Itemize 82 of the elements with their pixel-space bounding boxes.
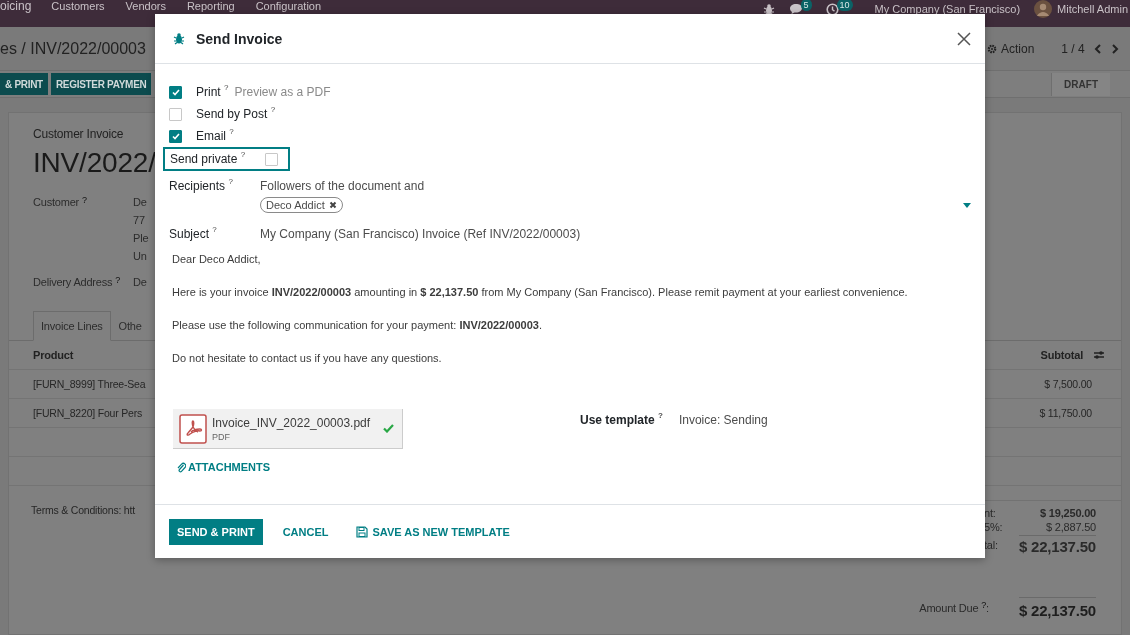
option-label: Print $^{?}$ [196, 85, 229, 99]
avatar-icon[interactable] [1034, 0, 1053, 18]
menu-item[interactable]: Configuration [255, 0, 322, 12]
send-print-button[interactable]: SEND & PRINT [169, 518, 263, 545]
file-name: Invoice_INV_2022_00003.pdf [212, 415, 371, 430]
checkbox[interactable] [169, 85, 182, 99]
paperclip-icon [177, 461, 186, 473]
total-value: $ 2,887.50 [1046, 521, 1096, 533]
tab[interactable]: Invoice Lines [33, 311, 111, 341]
action-button[interactable]: REGISTER PAYMEN [50, 73, 152, 95]
app-name[interactable]: oicing [0, 0, 32, 13]
table-cell: $ 11,750.00 [1039, 407, 1092, 419]
field-value: De [133, 195, 148, 210]
option-label: Send by Post $^{?}$ [196, 107, 276, 121]
attachments-link[interactable]: ATTACHMENTS [177, 461, 271, 473]
checkbox[interactable] [169, 129, 182, 143]
table-cell: $ 7,500.00 [1044, 378, 1092, 390]
sliders-icon[interactable] [1093, 350, 1105, 360]
table-cell: [FURN_8220] Four Pers [33, 407, 142, 419]
chat-icon[interactable] [788, 3, 803, 15]
amount-due-value: $ 22,137.50 [1018, 597, 1096, 619]
column-header: Subtotal [1040, 349, 1083, 361]
chevron-left-icon[interactable] [1093, 43, 1102, 54]
field-value: Followers of the document and [260, 179, 426, 193]
field-label: Delivery Address $^{?}$ [33, 274, 121, 290]
total-value: $ 22,137.50 [1018, 535, 1096, 555]
field-label: Subject $^{?}$ [169, 227, 218, 241]
field-label: Use template $^{?}$ [580, 413, 663, 429]
total-label: tal: [984, 539, 998, 551]
message-paragraph: Please use the following communication for your payment: INV/2022/00003. [172, 318, 543, 333]
amount-due-label: Amount Due $^{?}$: [919, 602, 989, 614]
column-header: Product [33, 349, 74, 361]
document-type: Customer Invoice [33, 127, 124, 141]
tab[interactable]: Othe [110, 311, 150, 341]
option-hint: Preview as a PDF [234, 85, 331, 99]
company-switcher[interactable]: My Company (San Francisco) [874, 3, 1021, 15]
user-name[interactable]: Mitchell Admin [1057, 3, 1128, 15]
attachment-card[interactable]: Invoice_INV_2022_00003.pdf PDF [173, 409, 403, 449]
terms-text: Terms & Conditions: htt [31, 504, 135, 516]
option-label: Email $^{?}$ [196, 129, 234, 143]
total-label: nt: [984, 507, 996, 519]
menu-item[interactable]: Reporting [186, 0, 235, 12]
total-label: 5%: [984, 521, 1003, 533]
option-label: Send private $^{?}$ [170, 152, 246, 166]
count-badge: 5 [800, 0, 812, 11]
field-value: Un [133, 249, 148, 264]
menu-item[interactable]: Customers [51, 0, 105, 12]
file-type: PDF [212, 431, 231, 442]
save-template-button[interactable]: SAVE AS NEW TEMPLATE [348, 518, 518, 545]
dialog-title: Send Invoice [196, 30, 283, 47]
field-value: De [133, 275, 147, 290]
bug-icon[interactable] [762, 2, 775, 16]
clock-icon[interactable] [825, 2, 839, 16]
check-icon [171, 132, 180, 140]
menu-item[interactable]: Vendors [125, 0, 166, 12]
field-value: Ple [133, 231, 149, 246]
pdf-file-icon [179, 413, 207, 444]
gear-icon [987, 43, 997, 54]
subject-field[interactable]: My Company (San Francisco) Invoice (Ref INV/2022/00003) [260, 227, 581, 241]
close-icon[interactable] [957, 31, 971, 46]
checkbox[interactable] [265, 152, 279, 166]
template-field[interactable]: Invoice: Sending [678, 413, 768, 449]
caret-icon[interactable] [963, 202, 971, 208]
checkbox[interactable] [169, 107, 182, 121]
cancel-button[interactable]: CANCEL [274, 518, 337, 545]
message-paragraph: Do not hesitate to contact us if you have any questions. [172, 351, 443, 366]
document-number: INV/2022/ [33, 147, 156, 179]
breadcrumb[interactable]: es / INV/2022/00003 [0, 39, 146, 58]
table-cell: [FURN_8999] Three-Sea [33, 378, 146, 390]
count-badge: 10 [836, 0, 853, 11]
action-button[interactable]: & PRINT [0, 73, 48, 95]
message-paragraph: Dear Deco Addict, [172, 252, 262, 267]
total-value: $ 19,250.00 [1040, 507, 1096, 519]
message-paragraph: Here is your invoice INV/2022/00003 amounting in $ 22,137.50 from My Company (San Francisco). Please remit payment at your earliest convenience. [172, 285, 908, 300]
field-label: Recipients $^{?}$ [169, 179, 234, 195]
action-menu[interactable]: Action [987, 41, 1035, 56]
field-label: Customer $^{?}$ [33, 194, 88, 210]
field-value: 77 [133, 213, 146, 228]
chevron-right-icon[interactable] [1110, 43, 1119, 54]
check-icon [171, 88, 180, 96]
remove-icon[interactable] [328, 201, 337, 209]
pager-value[interactable]: 1 / 4 [1061, 41, 1085, 56]
